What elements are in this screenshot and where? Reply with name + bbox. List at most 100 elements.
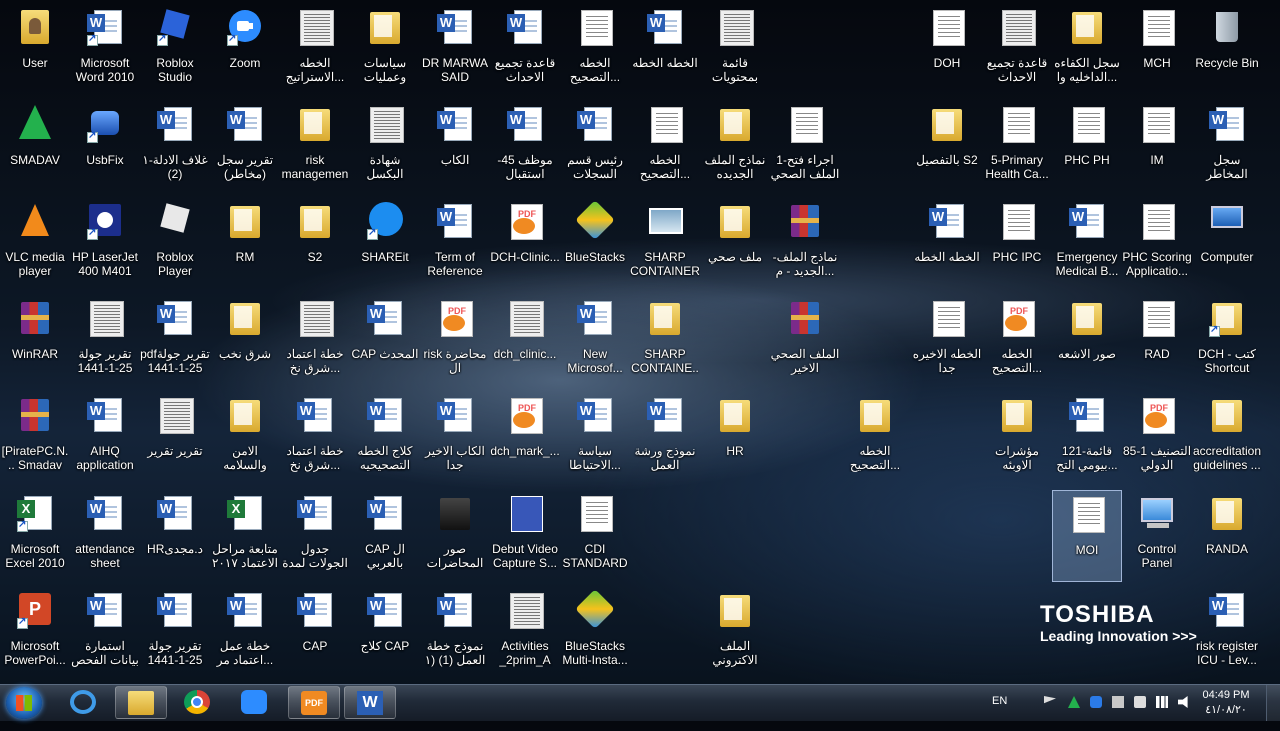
desktop-icon[interactable]: W الخطه الخطه xyxy=(912,198,982,290)
desktop-icon[interactable]: W الكاب xyxy=(420,101,490,193)
desktop-icon[interactable]: UsbFix xyxy=(70,101,140,193)
desktop-icon[interactable]: W الكاب الاخير جدا xyxy=(420,392,490,484)
taskbar-file-explorer-button[interactable] xyxy=(115,686,167,719)
desktop-icon[interactable]: risk management xyxy=(280,101,350,193)
flag-icon[interactable] xyxy=(1044,696,1056,704)
desktop-icon[interactable]: W Microsoft Word 2010 xyxy=(70,4,140,96)
desktop-icon[interactable]: W خطة عمل اعتماد مر... xyxy=(210,587,280,679)
desktop-icon[interactable]: W غلاف الادلة-١ (2) xyxy=(140,101,210,193)
taskbar-chrome-button[interactable] xyxy=(172,686,224,719)
desktop-icon[interactable]: W Term of Reference (1) xyxy=(420,198,490,290)
desktop-icon[interactable]: شهادة البكسل xyxy=(350,101,420,193)
desktop-icon[interactable]: W CAP xyxy=(280,587,350,679)
desktop-icon[interactable]: W سياسة الاحتياطا... xyxy=(560,392,630,484)
desktop-icon[interactable]: W Emergency Medical B... xyxy=(1052,198,1122,290)
desktop-icon[interactable]: BlueStacks Multi-Insta... xyxy=(560,587,630,679)
desktop-icon[interactable]: Wpdfتقرير جولة 25-1-1441 xyxy=(140,295,210,387)
desktop-icon[interactable]: IM xyxy=(1122,101,1192,193)
taskbar-zoom-button[interactable] xyxy=(229,686,281,719)
desktop-icon[interactable]: accreditation guidelines ... xyxy=(1192,392,1262,484)
desktop-icon[interactable]: بالتفصيل S2 xyxy=(912,101,982,193)
desktop-icon[interactable]: risk محاضرة ال xyxy=(420,295,490,387)
desktop-icon[interactable]: HR xyxy=(700,392,770,484)
desktop-icon[interactable]: P Microsoft PowerPoi... xyxy=(0,587,70,679)
desktop-icon[interactable]: Wattendance sheet xyxy=(70,490,140,582)
desktop-icon[interactable]: اجراء فتح-1 الملف الصحي xyxy=(770,101,840,193)
desktop-icon[interactable]: صور الاشعه xyxy=(1052,295,1122,387)
desktop-icon[interactable]: W نموذج خطة العمل (1) (١ xyxy=(420,587,490,679)
desktop-icon[interactable]: W كلاج CAP xyxy=(350,587,420,679)
start-button[interactable] xyxy=(6,687,42,719)
desktop-icon[interactable]: Roblox Studio xyxy=(140,4,210,96)
desktop-icon[interactable]: W نموذج ورشة العمل xyxy=(630,392,700,484)
desktop-icon[interactable]: W قائمة-121 بيومي التج... xyxy=(1052,392,1122,484)
desktop-icon[interactable]: خطة اعتماد شرق نخ... xyxy=(280,295,350,387)
desktop-icon[interactable]: ملف صحي xyxy=(700,198,770,290)
desktop-icon[interactable]: SMADAV xyxy=(0,101,70,193)
bluetooth-icon[interactable] xyxy=(1090,696,1102,708)
desktop-icon[interactable]: SHARP CONTAINER xyxy=(630,198,700,290)
taskbar-internet-explorer-button[interactable] xyxy=(58,686,110,719)
desktop-icon[interactable]: الخطه التصحيح... xyxy=(982,295,1052,387)
desktop-icon[interactable]: W كلاج الخطه التصحيحيه xyxy=(350,392,420,484)
desktop-icon[interactable]: تقرير تقرير xyxy=(140,392,210,484)
desktop-icon[interactable]: W قاعدة تجميع الاحداث xyxy=(490,4,560,96)
desktop-icon[interactable]: الامن والسلامه xyxy=(210,392,280,484)
desktop-icon[interactable]: Wrisk register ICU - Lev... xyxy=(1192,587,1262,679)
desktop-icon[interactable]: CDI STANDARDS xyxy=(560,490,630,582)
desktop-icon[interactable]: BlueStacks xyxy=(560,198,630,290)
desktop-icon[interactable]: قاعدة تجميع الاحداث xyxy=(982,4,1052,96)
clock[interactable]: 04:49 PM ٤١/٠٨/٢٠ xyxy=(1196,688,1256,718)
desktop-icon[interactable]: [PiratePC.N... Smadav Pr... xyxy=(0,392,70,484)
desktop-icon[interactable]: DCH-Clinic... xyxy=(490,198,560,290)
desktop-icon[interactable]: X Microsoft Excel 2010 xyxy=(0,490,70,582)
taskbar-word-button[interactable]: W xyxy=(344,686,396,719)
desktop-icon[interactable]: W جدول الجولات لمدة شهر xyxy=(280,490,350,582)
desktop-icon[interactable]: MCH xyxy=(1122,4,1192,96)
desktop-icon[interactable]: W CAP ال بالعربي xyxy=(350,490,420,582)
desktop-icon[interactable]: W AIHQ application xyxy=(70,392,140,484)
language-indicator[interactable]: EN xyxy=(992,695,1007,731)
desktop-icon[interactable]: نماذج الملف الجديده xyxy=(700,101,770,193)
desktop-icon[interactable]: قائمة بمحتويات الملف الصحي١١ xyxy=(700,4,770,96)
desktop-icon[interactable]: مؤشرات الاوبئه xyxy=(982,392,1052,484)
desktop-icon[interactable]: SHARP CONTAINE... xyxy=(630,295,700,387)
desktop-icon[interactable]: صور المحاضرات xyxy=(420,490,490,582)
desktop-icon[interactable]: W خطة اعتماد شرق نخ... xyxy=(280,392,350,484)
desktop-icon[interactable]: W استمارة بيانات الفحص الشام... xyxy=(70,587,140,679)
desktop-icon[interactable]: SHAREit xyxy=(350,198,420,290)
desktop-icon[interactable]: dch_clinic... xyxy=(490,295,560,387)
desktop-icon[interactable]: Zoom xyxy=(210,4,280,96)
desktop-icon[interactable]: Computer xyxy=(1192,198,1262,290)
desktop-icon[interactable]: RAD xyxy=(1122,295,1192,387)
desktop-icon[interactable]: الخطه التصحيح... xyxy=(630,101,700,193)
desktop-icon[interactable]: User xyxy=(0,4,70,96)
desktop-icon[interactable]: Debut Video Capture S... xyxy=(490,490,560,582)
desktop-icon[interactable]: DCH - كتب Shortcut xyxy=(1192,295,1262,387)
desktop-icon[interactable]: الملف الاكتروني xyxy=(700,587,770,679)
desktop-icon[interactable]: تقرير جولة 25-1-1441 xyxy=(70,295,140,387)
desktop-icon[interactable]: شرق نخب xyxy=(210,295,280,387)
desktop-icon[interactable]: W تقرير جولة 25-1-1441 xyxy=(140,587,210,679)
printer-tray-icon[interactable] xyxy=(1112,696,1124,708)
desktop-icon[interactable]: PHC PH xyxy=(1052,101,1122,193)
desktop-icon[interactable]: W الخطه الخطه xyxy=(630,4,700,96)
desktop-icon[interactable]: PHC Scoring Applicatio... xyxy=(1122,198,1192,290)
desktop-icon[interactable]: WinRAR xyxy=(0,295,70,387)
desktop-icon[interactable]: S2 xyxy=(280,198,350,290)
desktop-icon[interactable]: RANDA xyxy=(1192,490,1262,582)
desktop-icon[interactable]: Recycle Bin xyxy=(1192,4,1262,96)
desktop-icon[interactable]: W CAP المحدث xyxy=(350,295,420,387)
desktop-icon[interactable]: Roblox Player xyxy=(140,198,210,290)
desktop-icon[interactable]: W سجل المخاطر النهائي KFH xyxy=(1192,101,1262,193)
desktop-icon[interactable]: Control Panel xyxy=(1122,490,1192,582)
desktop-icon[interactable]: RM xyxy=(210,198,280,290)
taskbar-pdf-reader-button[interactable]: PDF xyxy=(288,686,340,719)
desktop-icon[interactable]: W تقرير سجل (مخاطر) xyxy=(210,101,280,193)
volume-icon[interactable] xyxy=(1178,696,1188,708)
desktop-icon[interactable]: W موظف 45- استقبال xyxy=(490,101,560,193)
desktop-icon[interactable]: سياسات وعمليات الم... xyxy=(350,4,420,96)
desktop-icon[interactable]: الخطه الاخيره جدا xyxy=(912,295,982,387)
desktop-icon[interactable]: dch_mark_... xyxy=(490,392,560,484)
desktop-icon[interactable]: HP LaserJet 400 M401 -... xyxy=(70,198,140,290)
